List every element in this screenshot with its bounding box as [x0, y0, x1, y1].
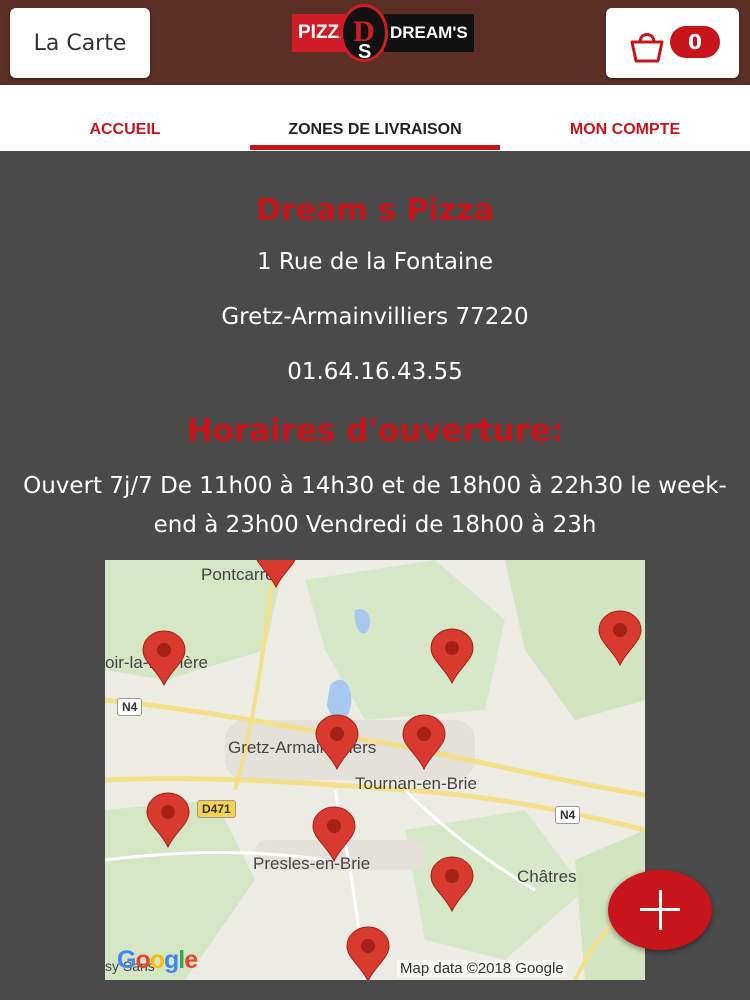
- map-background: [105, 560, 645, 980]
- logo-monogram: D S: [340, 4, 388, 63]
- google-logo[interactable]: Google: [117, 946, 198, 975]
- map-pin-icon[interactable]: [345, 926, 391, 980]
- delivery-zones-map[interactable]: Pontcarré oir-la-Ferrière Gretz-Armainvi…: [105, 560, 645, 980]
- address-line-2: Gretz-Armainvilliers 77220: [221, 304, 529, 330]
- road-badge-n4-west: N4: [117, 698, 143, 716]
- road-badge-d471: D471: [197, 800, 236, 818]
- plus-icon-vertical: [659, 890, 662, 930]
- active-tab-indicator: [250, 145, 500, 150]
- map-pin-icon[interactable]: [253, 560, 299, 588]
- map-pin-icon[interactable]: [429, 856, 475, 912]
- map-attribution[interactable]: Map data ©2018 Google: [397, 960, 567, 977]
- map-pin-icon[interactable]: [314, 714, 360, 770]
- opening-hours-text: Ouvert 7j/7 De 11h00 à 14h30 et de 18h00…: [23, 473, 727, 538]
- map-pin-icon[interactable]: [597, 610, 643, 666]
- logo-right-text: DREAM'S: [384, 14, 474, 52]
- address-line-1: 1 Rue de la Fontaine: [256, 249, 494, 275]
- map-label-chatres: Châtres: [517, 867, 577, 886]
- restaurant-name: Dream s Pizza: [256, 193, 494, 228]
- map-pin-icon[interactable]: [141, 630, 187, 686]
- tab-accueil[interactable]: ACCUEIL: [0, 121, 250, 139]
- phone-number[interactable]: 01.64.16.43.55: [0, 359, 750, 385]
- map-pin-icon[interactable]: [145, 792, 191, 848]
- top-bar: La Carte PIZZA DREAM'S D S 0: [0, 0, 750, 85]
- cart-button[interactable]: 0: [606, 8, 739, 78]
- map-label-tournan: Tournan-en-Brie: [355, 774, 477, 793]
- shopping-bag-icon: [630, 33, 664, 63]
- map-pin-icon[interactable]: [429, 628, 475, 684]
- add-button[interactable]: [608, 870, 712, 950]
- main-nav: ACCUEIL ZONES DE LIVRAISON MON COMPTE: [0, 85, 750, 151]
- tab-mon-compte[interactable]: MON COMPTE: [500, 121, 750, 139]
- tab-zones-de-livraison[interactable]: ZONES DE LIVRAISON: [250, 121, 500, 139]
- cart-count-badge: 0: [670, 26, 720, 58]
- menu-button[interactable]: La Carte: [10, 8, 150, 78]
- map-pin-icon[interactable]: [311, 806, 357, 862]
- menu-button-label: La Carte: [33, 30, 127, 56]
- brand-logo[interactable]: PIZZA DREAM'S D S: [290, 4, 474, 64]
- logo-monogram-small: S: [358, 41, 372, 63]
- opening-hours-title: Horaires d'ouverture:: [186, 413, 564, 449]
- map-pin-icon[interactable]: [401, 714, 447, 770]
- road-badge-n4-east: N4: [555, 806, 581, 824]
